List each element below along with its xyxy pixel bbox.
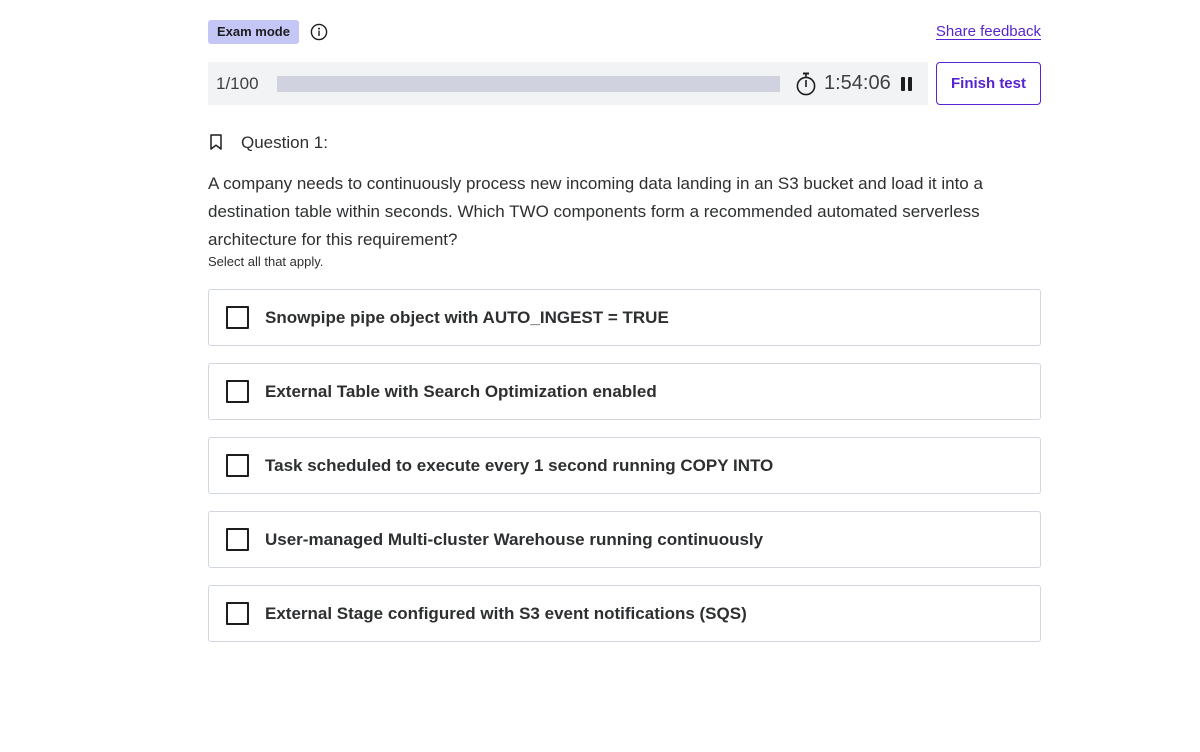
checkbox-unchecked-icon[interactable] bbox=[226, 306, 249, 329]
answer-option[interactable]: Task scheduled to execute every 1 second… bbox=[208, 437, 1041, 494]
select-hint: Select all that apply. bbox=[208, 254, 324, 269]
checkbox-unchecked-icon[interactable] bbox=[226, 528, 249, 551]
answer-option-label: Task scheduled to execute every 1 second… bbox=[265, 456, 774, 475]
exam-top-bar: Exam mode Share feedback bbox=[208, 20, 1041, 44]
answer-option[interactable]: External Table with Search Optimization … bbox=[208, 363, 1041, 420]
bookmark-icon[interactable] bbox=[210, 134, 222, 150]
answer-option[interactable]: User-managed Multi-cluster Warehouse run… bbox=[208, 511, 1041, 568]
timer-display: 1:54:06 bbox=[824, 72, 891, 94]
answer-option-label: User-managed Multi-cluster Warehouse run… bbox=[265, 530, 764, 549]
stopwatch-icon bbox=[795, 72, 817, 96]
answer-option-label: External Stage configured with S3 event … bbox=[265, 604, 747, 623]
share-feedback-link[interactable]: Share feedback bbox=[936, 23, 1041, 40]
checkbox-unchecked-icon[interactable] bbox=[226, 380, 249, 403]
progress-bar-row: 1/100 1:54:06 bbox=[208, 62, 928, 105]
question-counter: 1/100 bbox=[216, 74, 259, 93]
answer-option[interactable]: External Stage configured with S3 event … bbox=[208, 585, 1041, 642]
checkbox-unchecked-icon[interactable] bbox=[226, 602, 249, 625]
info-icon[interactable] bbox=[310, 23, 328, 41]
question-number: Question 1: bbox=[241, 133, 328, 152]
progress-track bbox=[277, 76, 780, 92]
question-prompt: A company needs to continuously process … bbox=[208, 174, 983, 249]
pause-icon[interactable] bbox=[900, 77, 914, 91]
checkbox-unchecked-icon[interactable] bbox=[226, 454, 249, 477]
exam-mode-badge: Exam mode bbox=[208, 20, 299, 44]
finish-test-button[interactable]: Finish test bbox=[936, 62, 1041, 105]
answer-option[interactable]: Snowpipe pipe object with AUTO_INGEST = … bbox=[208, 289, 1041, 346]
answer-option-label: Snowpipe pipe object with AUTO_INGEST = … bbox=[265, 308, 669, 327]
answer-option-label: External Table with Search Optimization … bbox=[265, 382, 657, 401]
